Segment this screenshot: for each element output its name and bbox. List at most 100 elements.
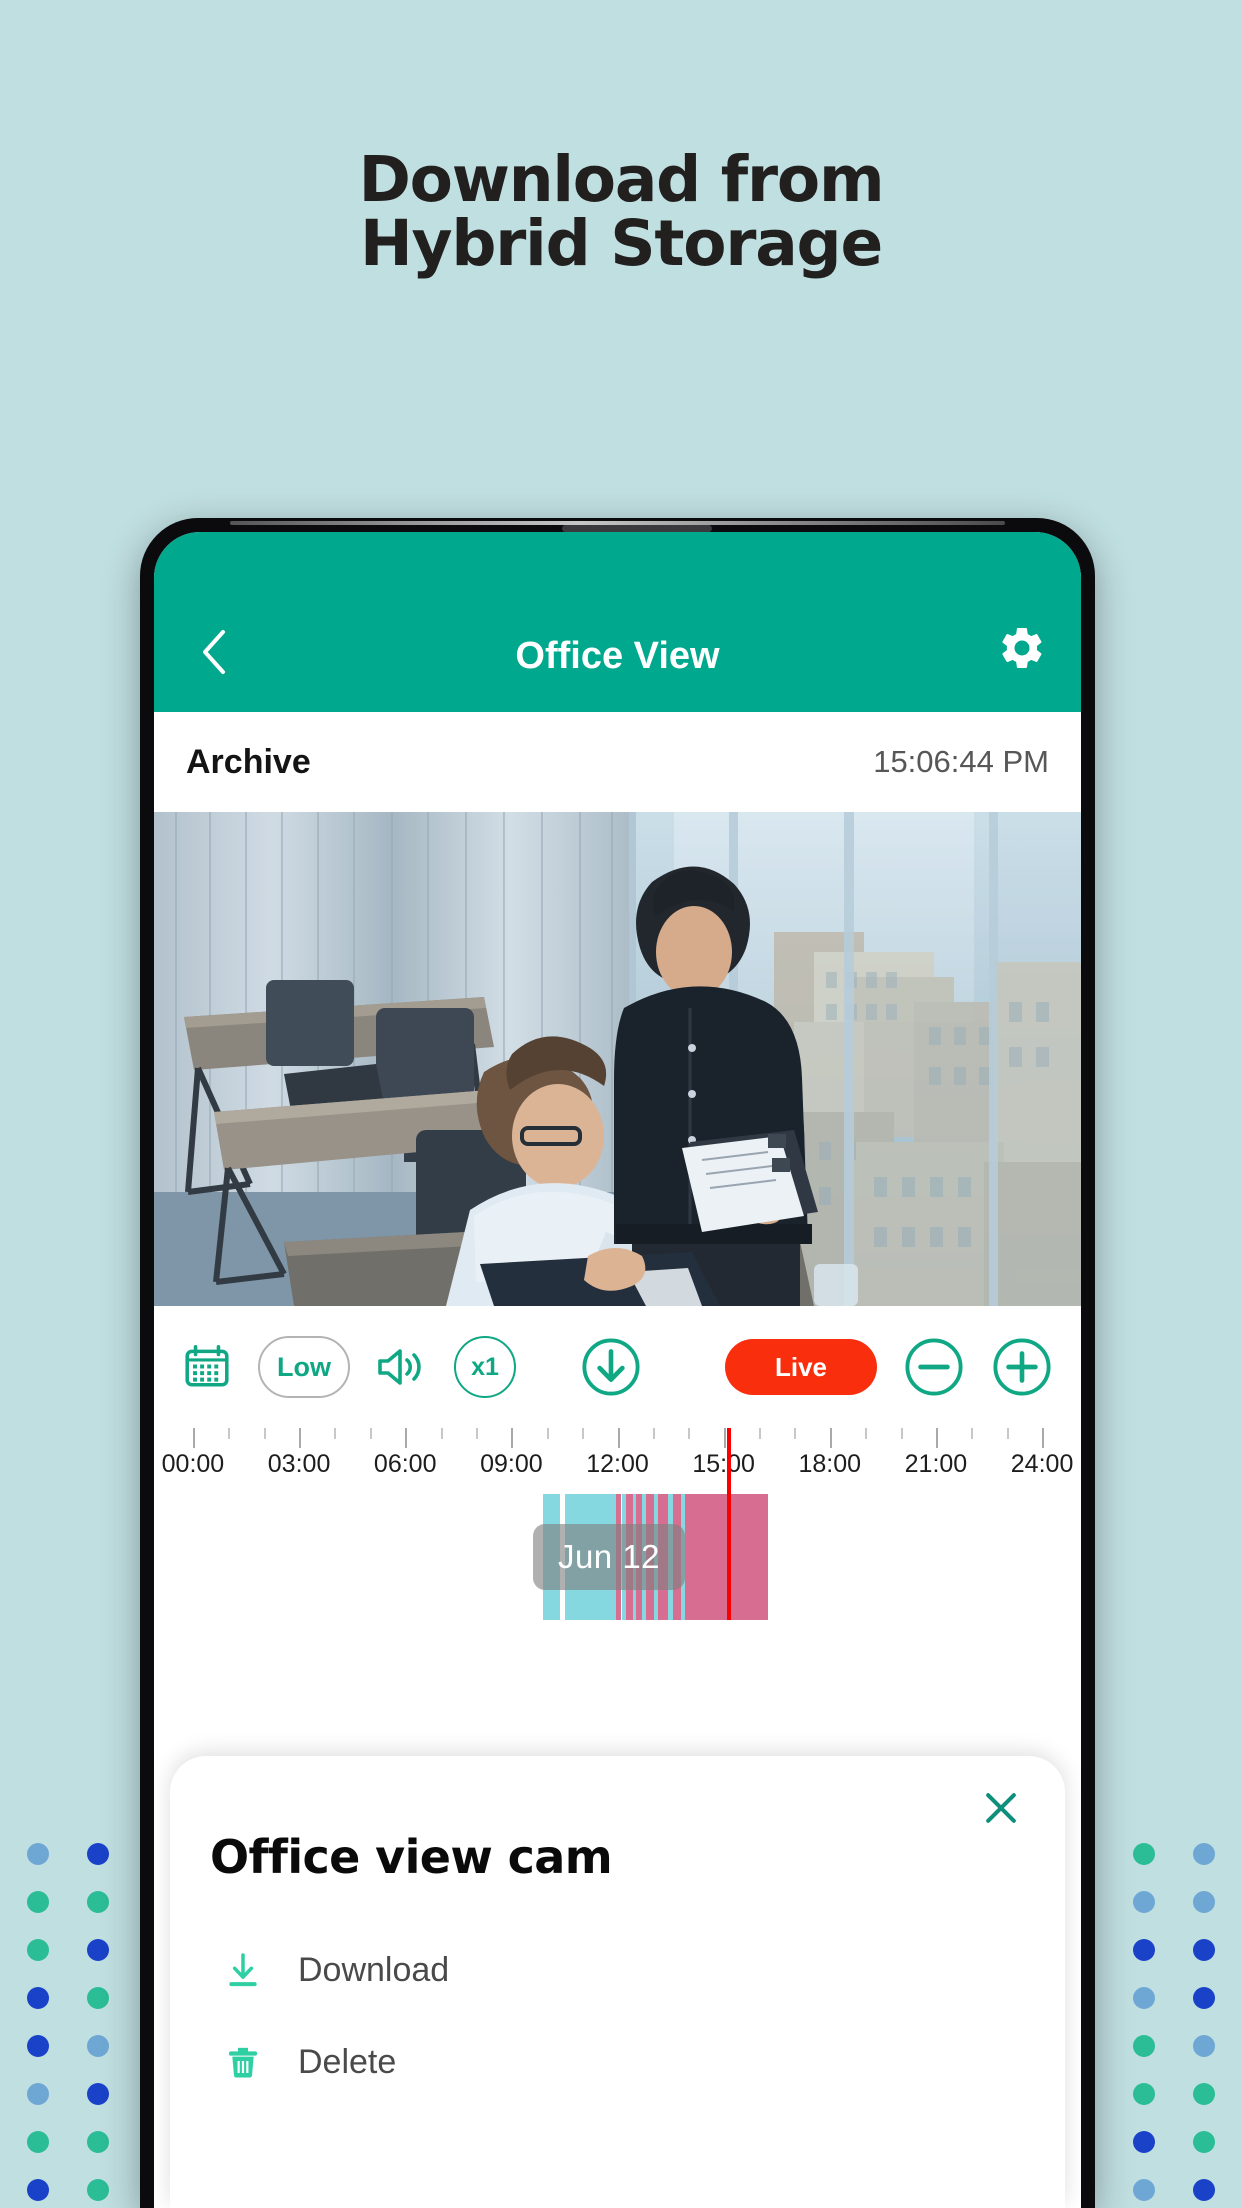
timeline-tick-minor (971, 1428, 974, 1439)
phone-screen: Office View Archive 15:06:44 PM Low x1 L… (154, 532, 1081, 2208)
decorative-dot (87, 2083, 109, 2105)
decorative-dot (1193, 1843, 1215, 1865)
decorative-dot (27, 1987, 49, 2009)
live-label: Live (774, 1351, 828, 1382)
timeline-tick-label: 21:00 (904, 1450, 968, 1478)
decorative-dot (87, 1891, 109, 1913)
timeline-tick-minor (794, 1428, 797, 1439)
page-title-line-1: Download from (358, 143, 885, 216)
timeline-tick-major (1042, 1428, 1045, 1448)
settings-button[interactable] (997, 623, 1047, 678)
decorative-dot (1193, 2083, 1215, 2105)
zoom-in-button[interactable] (991, 1336, 1053, 1398)
timeline-track[interactable]: Jun 12 (154, 1428, 1081, 1620)
menu-item-download[interactable]: Download (210, 1924, 1025, 2016)
timeline-segment[interactable] (684, 1494, 768, 1620)
archive-bar: Archive 15:06:44 PM (154, 712, 1081, 812)
menu-item-delete[interactable]: Delete (210, 2016, 1025, 2108)
app-header: Office View (154, 532, 1081, 712)
decorative-dot (87, 2035, 109, 2057)
timeline-tick-minor (263, 1428, 266, 1439)
decorative-dot (1133, 1939, 1155, 1961)
timeline-tick-major (192, 1428, 195, 1448)
decorative-dot (1133, 1987, 1155, 2009)
decorative-dot (1133, 2179, 1155, 2201)
timeline-tick-major (829, 1428, 832, 1448)
decorative-dot (27, 2035, 49, 2057)
timeline-day-chip: Jun 12 (532, 1524, 686, 1590)
trash-icon (222, 2039, 264, 2085)
zoom-out-button[interactable] (903, 1336, 965, 1398)
chevron-left-icon (203, 630, 225, 674)
plus-circle-icon (993, 1338, 1051, 1396)
timeline-tick-major (405, 1428, 408, 1448)
archive-timestamp: 15:06:44 PM (873, 744, 1049, 779)
speaker-icon (378, 1349, 421, 1385)
decorative-dot (87, 1987, 109, 2009)
decorative-dot (1133, 2035, 1155, 2057)
playback-toolbar: Low x1 Live (154, 1306, 1081, 1428)
bottom-sheet: Office view cam Download Delete (170, 1756, 1065, 2208)
decorative-dot (87, 2131, 109, 2153)
timeline-tick-minor (652, 1428, 655, 1439)
timeline-tick-label: 24:00 (1010, 1450, 1074, 1478)
calendar-button[interactable] (182, 1342, 232, 1392)
timeline[interactable]: 00:00 03:00 06:00 09:00 12:00 15:00 18:00 21:00… (154, 1428, 1081, 1638)
timeline-tick-minor (865, 1428, 868, 1439)
calendar-icon (185, 1345, 229, 1387)
decorative-dot (1193, 1891, 1215, 1913)
page-title-line-2: Hybrid Storage (360, 207, 883, 281)
decorative-dot (1133, 1843, 1155, 1865)
decorative-dot (87, 1939, 109, 1961)
sheet-menu: Download Delete (210, 1924, 1025, 2108)
timeline-ruler[interactable]: 00:00 03:00 06:00 09:00 12:00 15:00 18:00 21:00… (154, 1428, 1081, 1490)
timeline-tick-label: 12:00 (586, 1450, 649, 1478)
timeline-tick-minor (1006, 1428, 1009, 1439)
video-feed[interactable] (154, 812, 1081, 1306)
timeline-tick-label: 15:00 (692, 1450, 755, 1478)
timeline-tick-major (935, 1428, 938, 1448)
quality-button[interactable]: Low (258, 1336, 350, 1398)
timeline-tick-minor (369, 1428, 372, 1439)
quality-label: Low (277, 1351, 331, 1382)
speed-label: x1 (471, 1352, 499, 1381)
decorative-dot (1193, 2035, 1215, 2057)
menu-item-label: Delete (298, 2042, 397, 2081)
decorative-dot (27, 1891, 49, 1913)
timeline-tick-major (617, 1428, 620, 1448)
decorative-dot (27, 2179, 49, 2201)
video-frame-image (154, 812, 1081, 1306)
decorative-dot (1193, 2179, 1215, 2201)
close-button[interactable] (975, 1782, 1027, 1834)
timeline-tick-minor (546, 1428, 549, 1439)
decorative-dot (27, 2131, 49, 2153)
speed-button[interactable]: x1 (454, 1336, 516, 1398)
sheet-title: Office view cam (210, 1830, 613, 1884)
app-title: Office View (515, 635, 720, 677)
archive-label: Archive (186, 742, 311, 781)
live-button[interactable]: Live (725, 1339, 877, 1395)
decorative-dot (27, 1843, 49, 1865)
timeline-tick-minor (688, 1428, 691, 1439)
minus-circle-icon (905, 1338, 963, 1396)
timeline-playhead[interactable] (727, 1428, 732, 1620)
download-button[interactable] (580, 1336, 642, 1398)
timeline-tick-minor (582, 1428, 585, 1439)
timeline-tick-label: 03:00 (267, 1450, 331, 1478)
volume-button[interactable] (376, 1343, 428, 1391)
decorative-dot (1193, 1987, 1215, 2009)
decorative-dot (87, 1843, 109, 1865)
page-title: Download from Hybrid Storage (0, 143, 1242, 281)
decorative-dot (1193, 2131, 1215, 2153)
download-circle-icon (582, 1338, 640, 1396)
timeline-tick-minor (900, 1428, 903, 1439)
timeline-tick-major (723, 1428, 726, 1448)
decorative-dot (1133, 2131, 1155, 2153)
gear-icon (1002, 627, 1042, 669)
timeline-tick-minor (759, 1428, 762, 1439)
close-icon (986, 1793, 1016, 1823)
decorative-dot (27, 2083, 49, 2105)
timeline-tick-label: 00:00 (161, 1450, 225, 1478)
back-button[interactable] (188, 626, 240, 678)
timeline-tick-label: 09:00 (480, 1450, 543, 1478)
